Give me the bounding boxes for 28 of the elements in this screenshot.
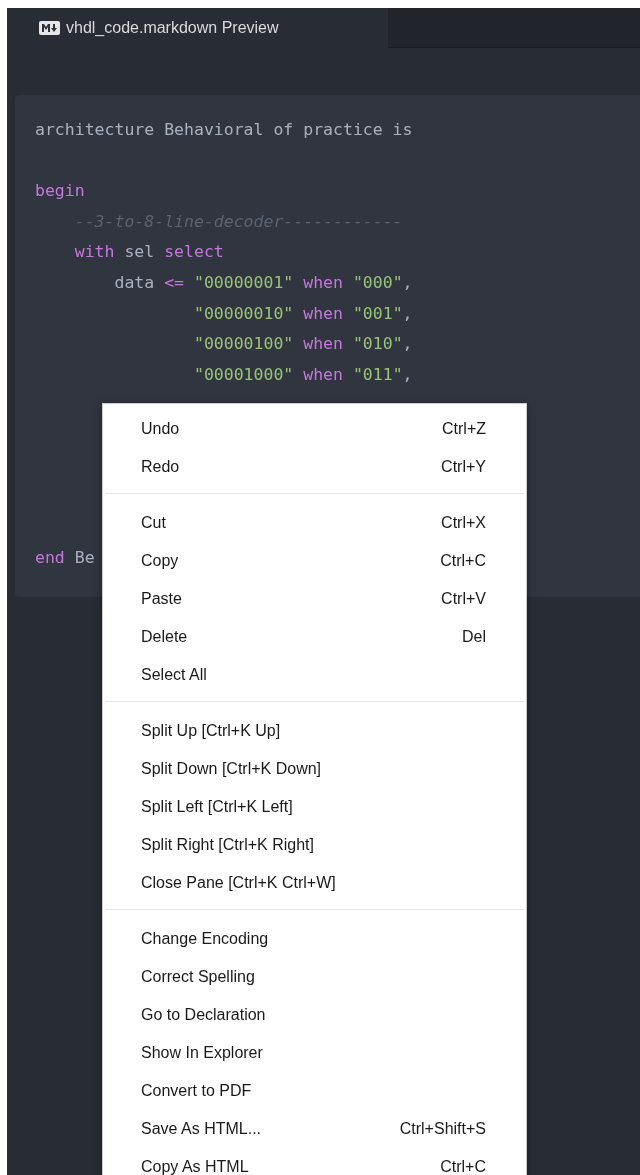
menu-item[interactable]: Copy As HTML Ctrl+C bbox=[103, 1148, 526, 1175]
code-line: data <= "00000001" when "000", bbox=[113, 271, 413, 294]
menu-item[interactable]: Convert to PDF bbox=[103, 1072, 526, 1110]
code-line: "00000010" when "001", bbox=[192, 302, 413, 325]
code-line: end Be bbox=[35, 547, 95, 570]
menu-item[interactable]: Split Down [Ctrl+K Down] bbox=[103, 750, 526, 788]
menu-item[interactable]: Delete Del bbox=[103, 618, 526, 656]
menu-item[interactable]: Close Pane [Ctrl+K Ctrl+W] bbox=[103, 864, 526, 902]
menu-item[interactable]: Cut Ctrl+X bbox=[103, 504, 526, 542]
menu-item[interactable]: Undo Ctrl+Z bbox=[103, 410, 526, 448]
menu-item[interactable]: Split Left [Ctrl+K Left] bbox=[103, 788, 526, 826]
menu-item[interactable]: Select All bbox=[103, 656, 526, 694]
markdown-icon bbox=[39, 21, 60, 35]
menu-item[interactable]: Go to Declaration bbox=[103, 996, 526, 1034]
code-line: "00000100" when "010", bbox=[192, 333, 413, 356]
code-line: "00001000" when "011", bbox=[192, 363, 413, 386]
menu-item[interactable]: Copy Ctrl+C bbox=[103, 542, 526, 580]
menu-item[interactable]: Change Encoding bbox=[103, 920, 526, 958]
menu-item[interactable]: Save As HTML... Ctrl+Shift+S bbox=[103, 1110, 526, 1148]
menu-item[interactable]: Show In Explorer bbox=[103, 1034, 526, 1072]
code-line: with sel select bbox=[73, 241, 224, 264]
code-line: architecture Behavioral of practice is bbox=[35, 119, 413, 141]
menu-item[interactable]: Split Right [Ctrl+K Right] bbox=[103, 826, 526, 864]
menu-item[interactable]: Split Up [Ctrl+K Up] bbox=[103, 712, 526, 750]
menu-item[interactable]: Redo Ctrl+Y bbox=[103, 448, 526, 486]
code-line: begin bbox=[35, 180, 85, 203]
menu-item[interactable]: Correct Spelling bbox=[103, 958, 526, 996]
menu-item[interactable]: Paste Ctrl+V bbox=[103, 580, 526, 618]
